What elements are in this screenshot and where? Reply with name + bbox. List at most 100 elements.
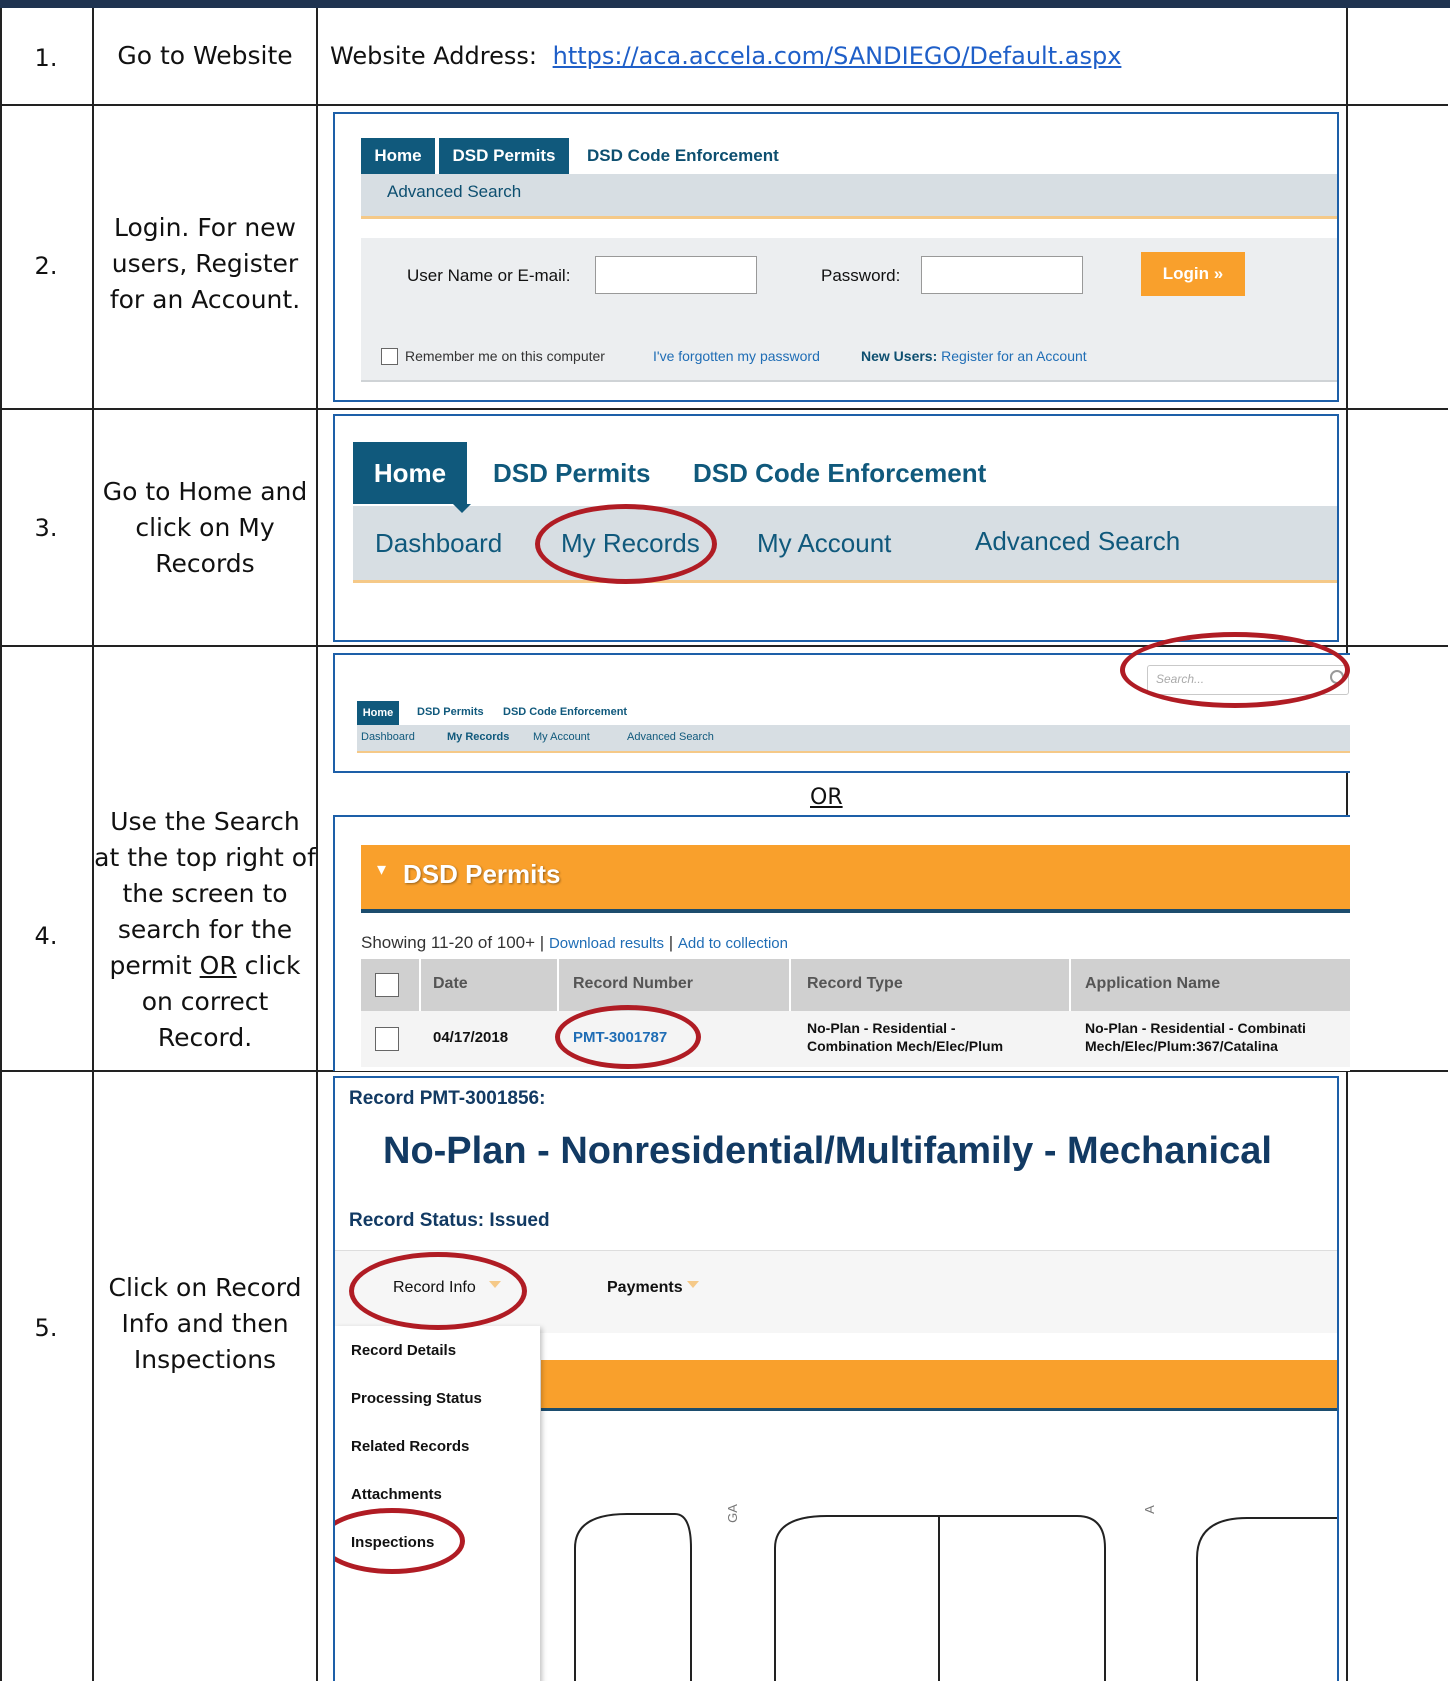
instructions-table: 1. Go to Website Website Address: https:… xyxy=(0,8,1450,1681)
subnav-my-records[interactable]: My Records xyxy=(447,731,509,743)
menu-payments[interactable]: Payments xyxy=(607,1279,683,1297)
tab-dsd-permits[interactable]: DSD Permits xyxy=(417,706,484,718)
column-divider xyxy=(557,959,559,1011)
website-address-line: Website Address: https://aca.accela.com/… xyxy=(330,42,1121,70)
highlight-record-info xyxy=(349,1252,527,1330)
register-link[interactable]: Register for an Account xyxy=(941,348,1087,364)
username-label: User Name or E-mail: xyxy=(407,266,571,285)
login-button[interactable]: Login » xyxy=(1141,252,1245,296)
tab-home[interactable]: Home xyxy=(361,138,435,174)
step-instruction-4: Use the Search at the top right of the s… xyxy=(94,804,316,1056)
column-header-record-type[interactable]: Record Type xyxy=(807,975,903,993)
dropdown-record-details[interactable]: Record Details xyxy=(351,1342,456,1359)
column-header-record-number[interactable]: Record Number xyxy=(573,975,693,993)
collapse-arrow-icon[interactable]: ▾ xyxy=(377,859,386,880)
step-number-3: 3. xyxy=(34,514,58,542)
forgot-password-link[interactable]: I've forgotten my password xyxy=(653,348,820,364)
highlight-my-records xyxy=(535,504,717,584)
header-bar xyxy=(0,0,1450,8)
password-label: Password: xyxy=(821,266,901,285)
row-divider-2 xyxy=(0,408,1448,410)
step-instruction-4-or: OR xyxy=(199,951,237,980)
site-plan-lot-1 xyxy=(574,1513,692,1681)
remember-checkbox[interactable] xyxy=(381,348,398,365)
dropdown-related-records[interactable]: Related Records xyxy=(351,1438,469,1455)
column-divider xyxy=(789,959,791,1011)
results-summary: Showing 11-20 of 100+ | Download results… xyxy=(361,933,788,953)
subnav-my-account[interactable]: My Account xyxy=(757,528,891,559)
app-name-line-1: No-Plan - Residential - Combinati xyxy=(1085,1020,1306,1036)
add-to-collection-link[interactable]: Add to collection xyxy=(678,935,788,952)
subnav-advanced-search[interactable]: Advanced Search xyxy=(975,526,1180,557)
link-separator: | xyxy=(668,933,674,952)
record-label: Record PMT-3001856: xyxy=(349,1088,546,1109)
register-line: New Users: Register for an Account xyxy=(861,348,1087,364)
or-separator: OR xyxy=(810,785,843,810)
row-date: 04/17/2018 xyxy=(433,1029,509,1046)
highlight-record-number xyxy=(555,1005,701,1069)
dropdown-processing-status[interactable]: Processing Status xyxy=(351,1390,482,1407)
record-title: No-Plan - Nonresidential/Multifamily - M… xyxy=(383,1130,1272,1172)
website-address-label: Website Address: xyxy=(330,42,537,70)
record-status: Record Status: Issued xyxy=(349,1210,550,1231)
nav-screenshot: Home DSD Permits DSD Code Enforcement Da… xyxy=(333,414,1339,642)
section-header-dsd-permits: ▾ DSD Permits xyxy=(361,845,1350,913)
tab-dsd-permits[interactable]: DSD Permits xyxy=(439,138,569,174)
download-results-link[interactable]: Download results xyxy=(549,935,664,952)
table-row[interactable]: 04/17/2018 PMT-3001787 No-Plan - Residen… xyxy=(361,1011,1350,1067)
select-all-checkbox[interactable] xyxy=(375,973,399,997)
username-input[interactable] xyxy=(595,256,757,294)
row-record-type: No-Plan - Residential - Combination Mech… xyxy=(807,1019,1003,1055)
table-header-row: Date Record Number Record Type Applicati… xyxy=(361,959,1350,1011)
step-instruction-5: Click on Record Info and then Inspection… xyxy=(108,1273,302,1374)
payments-dropdown-icon[interactable] xyxy=(687,1281,699,1288)
row-divider-1 xyxy=(0,104,1448,106)
subnav-bar: Dashboard My Records My Account Advanced… xyxy=(357,725,1350,753)
subnav-dashboard[interactable]: Dashboard xyxy=(361,731,415,743)
subnav-my-account[interactable]: My Account xyxy=(533,731,590,743)
step-number-4: 4. xyxy=(34,922,58,950)
record-detail-screenshot: Record PMT-3001856: No-Plan - Nonresiden… xyxy=(333,1076,1339,1681)
step-instruction-2: Login. For new users, Register for an Ac… xyxy=(109,213,301,314)
table-divider-2 xyxy=(316,8,318,1681)
step-instruction-1: Go to Website xyxy=(117,41,293,70)
showing-text: Showing 11-20 of 100+ | xyxy=(361,933,545,952)
tab-dsd-code-enforcement[interactable]: DSD Code Enforcement xyxy=(587,138,779,174)
subnav-advanced-search[interactable]: Advanced Search xyxy=(627,731,714,743)
tab-dsd-permits[interactable]: DSD Permits xyxy=(493,458,651,489)
login-screenshot: Home DSD Permits DSD Code Enforcement Ad… xyxy=(333,112,1339,402)
app-name-line-2: Mech/Elec/Plum:367/Catalina xyxy=(1085,1038,1278,1054)
site-plan-lot-3 xyxy=(1196,1517,1337,1681)
login-panel: User Name or E-mail: Password: Login » R… xyxy=(361,238,1337,382)
column-divider xyxy=(419,959,421,1011)
website-address-link[interactable]: https://aca.accela.com/SANDIEGO/Default.… xyxy=(553,42,1122,70)
remember-label: Remember me on this computer xyxy=(405,348,605,364)
record-type-line-2: Combination Mech/Elec/Plum xyxy=(807,1038,1004,1054)
new-users-label: New Users: xyxy=(861,348,938,364)
step-number-1: 1. xyxy=(34,44,58,72)
column-header-application-name[interactable]: Application Name xyxy=(1085,975,1220,993)
row-checkbox[interactable] xyxy=(375,1027,399,1051)
subnav-bar: Advanced Search xyxy=(361,174,1337,219)
section-title: DSD Permits xyxy=(403,859,561,889)
record-info-dropdown: Record Details Processing Status Related… xyxy=(335,1326,540,1681)
records-screenshot: ▾ DSD Permits Showing 11-20 of 100+ | Do… xyxy=(333,815,1350,1071)
orange-section-bar xyxy=(541,1360,1337,1411)
tab-home[interactable]: Home xyxy=(357,701,399,725)
step-number-5: 5. xyxy=(34,1314,58,1342)
tab-dsd-code-enforcement[interactable]: DSD Code Enforcement xyxy=(693,458,986,489)
map-label-2: A xyxy=(1141,1505,1157,1514)
row-application-name: No-Plan - Residential - Combinati Mech/E… xyxy=(1085,1019,1306,1055)
subnav-bar: Dashboard My Records My Account Advanced… xyxy=(353,506,1337,583)
password-input[interactable] xyxy=(921,256,1083,294)
step-number-2: 2. xyxy=(34,252,58,280)
column-divider xyxy=(1069,959,1071,1011)
subnav-dashboard[interactable]: Dashboard xyxy=(375,528,502,559)
map-label-1: GA xyxy=(724,1504,740,1523)
dropdown-attachments[interactable]: Attachments xyxy=(351,1486,442,1503)
tab-home[interactable]: Home xyxy=(353,442,467,504)
tab-dsd-code-enforcement[interactable]: DSD Code Enforcement xyxy=(503,706,627,718)
subnav-advanced-search[interactable]: Advanced Search xyxy=(387,182,521,202)
column-header-date[interactable]: Date xyxy=(433,975,468,993)
highlight-search-box xyxy=(1120,632,1350,708)
